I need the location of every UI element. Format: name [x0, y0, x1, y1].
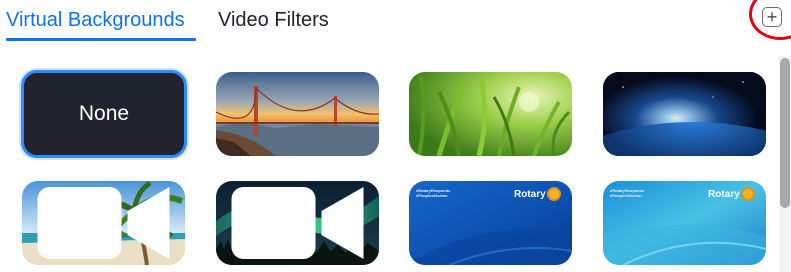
- background-none-label: None: [78, 102, 130, 125]
- grass-image: [409, 72, 572, 156]
- video-camera-icon: [231, 187, 364, 259]
- background-none[interactable]: None: [21, 70, 187, 158]
- golden-gate-bridge-image: [216, 72, 379, 156]
- video-camera-icon: [37, 187, 170, 259]
- rotary-brand-label: Rotary: [514, 189, 546, 200]
- rotary-wheel-icon: [547, 187, 561, 201]
- background-earth-from-space[interactable]: [603, 72, 766, 156]
- background-rotary-teal[interactable]: #RotaryResponds #PeopleofAction Rotary: [603, 181, 766, 265]
- background-grass[interactable]: [409, 72, 572, 156]
- rotary-tagline: #RotaryResponds #PeopleofAction: [416, 188, 451, 198]
- background-aurora[interactable]: [216, 181, 379, 265]
- background-beach-palm[interactable]: [22, 181, 185, 265]
- tab-bar: Virtual Backgrounds Video Filters: [0, 0, 700, 41]
- tab-virtual-backgrounds[interactable]: Virtual Backgrounds: [6, 8, 185, 32]
- rotary-tagline: #RotaryResponds #PeopleofAction: [610, 188, 645, 198]
- scrollbar-thumb[interactable]: [780, 58, 790, 208]
- rotary-brand-label: Rotary: [708, 189, 740, 200]
- active-tab-indicator: [6, 38, 196, 41]
- tab-video-filters[interactable]: Video Filters: [218, 8, 329, 32]
- background-golden-gate-bridge[interactable]: [216, 72, 379, 156]
- earth-from-space-image: [603, 72, 766, 156]
- background-rotary-blue[interactable]: #RotaryResponds #PeopleofAction Rotary: [409, 181, 572, 265]
- plus-icon: +: [766, 7, 778, 27]
- rotary-wheel-icon: [741, 187, 755, 201]
- add-background-button[interactable]: +: [762, 7, 782, 27]
